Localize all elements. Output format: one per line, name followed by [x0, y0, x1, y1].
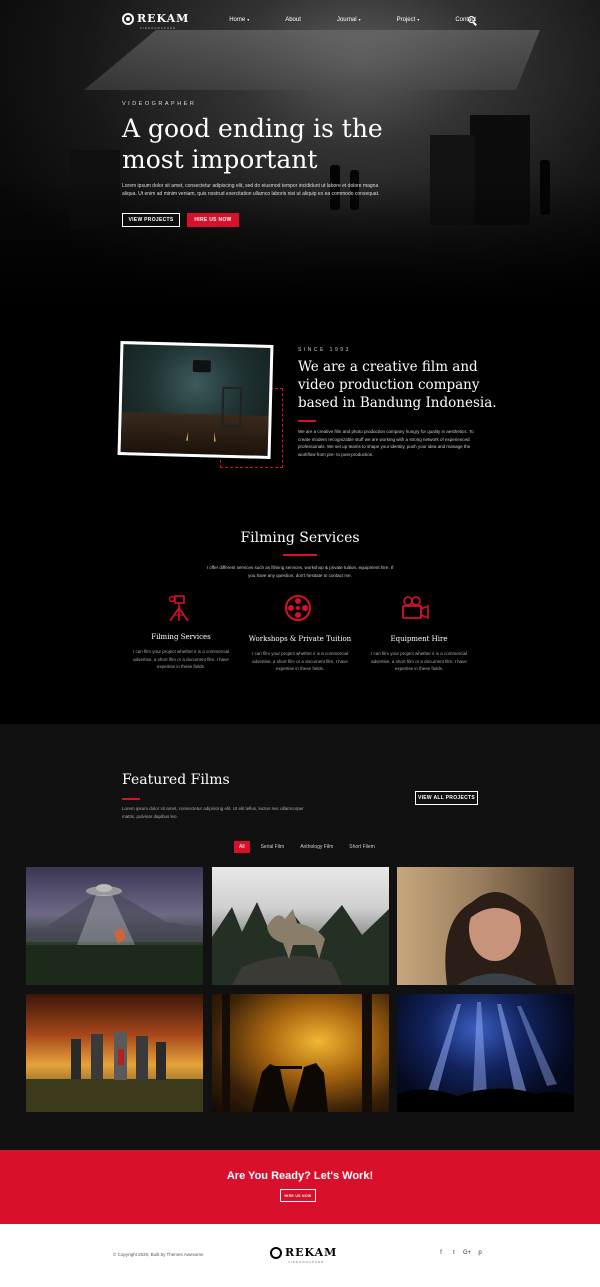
title-underline [283, 554, 317, 556]
film-tile-soldiers[interactable] [212, 994, 389, 1112]
cta-hire-button[interactable]: HIRE US NOW [280, 1189, 316, 1202]
service-description: I can film your project whether it is a … [132, 649, 230, 669]
chevron-down-icon: ▾ [247, 17, 250, 22]
since-label: SINCE 1993 [298, 347, 351, 353]
filter-anthology-film[interactable]: Anthology Film [295, 841, 338, 853]
twitter-icon[interactable]: t [450, 1250, 458, 1258]
services-subtitle: I offer different services such as filmi… [206, 565, 394, 578]
cta-title: Are You Ready? Let's Work! [226, 1170, 374, 1182]
film-tile-wolf[interactable] [212, 867, 389, 985]
title-underline [122, 798, 140, 800]
services-title: Filming Services [240, 530, 360, 546]
nav-item-project[interactable]: Project ▾ [379, 17, 420, 23]
nav-item-home[interactable]: Home ▾ [211, 17, 249, 23]
search-icon[interactable] [468, 16, 475, 23]
brand-tagline: VIDEOGRAPHER [140, 26, 177, 30]
service-name: Equipment Hire [390, 635, 448, 643]
hire-us-button[interactable]: HIRE US NOW [187, 213, 239, 227]
hero-text: Lorem ipsum dolor sit amet, consectetur … [122, 183, 380, 197]
main-menu: Home ▾ About Journal ▾ Project ▾ Contact [193, 17, 476, 23]
brand-tagline: VIDEOGRAPHER [288, 1260, 325, 1264]
film-tile-concert[interactable] [397, 994, 574, 1112]
logo-icon [122, 12, 134, 25]
about-text: We are a creative film and photo product… [298, 429, 474, 457]
service-description: I can film your project whether it is a … [370, 651, 468, 671]
view-all-projects-button[interactable]: VIEW ALL PROJECTS [415, 791, 478, 805]
hero-title: A good ending is the most important [122, 114, 383, 174]
logo-icon [270, 1246, 282, 1259]
service-name: Filming Services [151, 633, 211, 641]
copyright-text: © Copyright 2020, Built by Themes Awesom… [113, 1252, 204, 1257]
chevron-down-icon: ▾ [417, 17, 420, 22]
featured-title: Featured Films [122, 772, 230, 788]
brand-logo[interactable]: REKAM VIDEOGRAPHER [122, 12, 190, 30]
facebook-icon[interactable]: f [437, 1250, 445, 1258]
film-tile-warriors[interactable] [26, 994, 203, 1112]
film-reel-icon [285, 595, 311, 621]
nav-item-journal[interactable]: Journal ▾ [319, 17, 361, 23]
pinterest-icon[interactable]: p [476, 1250, 484, 1258]
featured-text: Lorem ipsum dolor sit amet, consectetur … [122, 806, 304, 819]
filter-serial-film[interactable]: Serial Film [256, 841, 290, 853]
service-name: Workshops & Private Tuition [248, 635, 352, 643]
about-title: We are a creative film and video product… [298, 359, 497, 411]
footer-logo[interactable]: REKAM VIDEOGRAPHER [270, 1246, 338, 1264]
about-image [117, 341, 274, 459]
brand-name: REKAM [285, 1246, 338, 1259]
chevron-down-icon: ▾ [358, 17, 361, 22]
film-filter-tabs: All Serial Film Anthology Film Short Fil… [234, 841, 386, 853]
cta-banner [0, 1150, 600, 1224]
nav-item-about[interactable]: About [267, 17, 301, 23]
service-description: I can film your project whether it is a … [251, 651, 349, 671]
film-tile-portrait[interactable] [397, 867, 574, 985]
top-navigation: REKAM VIDEOGRAPHER Home ▾ About Journal ▾ … [0, 0, 600, 40]
hero-eyebrow: VIDEOGRAPHER [122, 101, 197, 107]
tripod-icon [168, 595, 189, 622]
filter-all[interactable]: All [234, 841, 250, 853]
view-projects-button[interactable]: VIEW PROJECTS [122, 213, 180, 227]
video-camera-icon [402, 596, 429, 620]
film-tile-ufo[interactable] [26, 867, 203, 985]
filter-short-film[interactable]: Short Filem [344, 841, 380, 853]
title-underline [298, 420, 316, 422]
brand-name: REKAM [137, 12, 190, 25]
google-plus-icon[interactable]: G+ [463, 1250, 471, 1258]
